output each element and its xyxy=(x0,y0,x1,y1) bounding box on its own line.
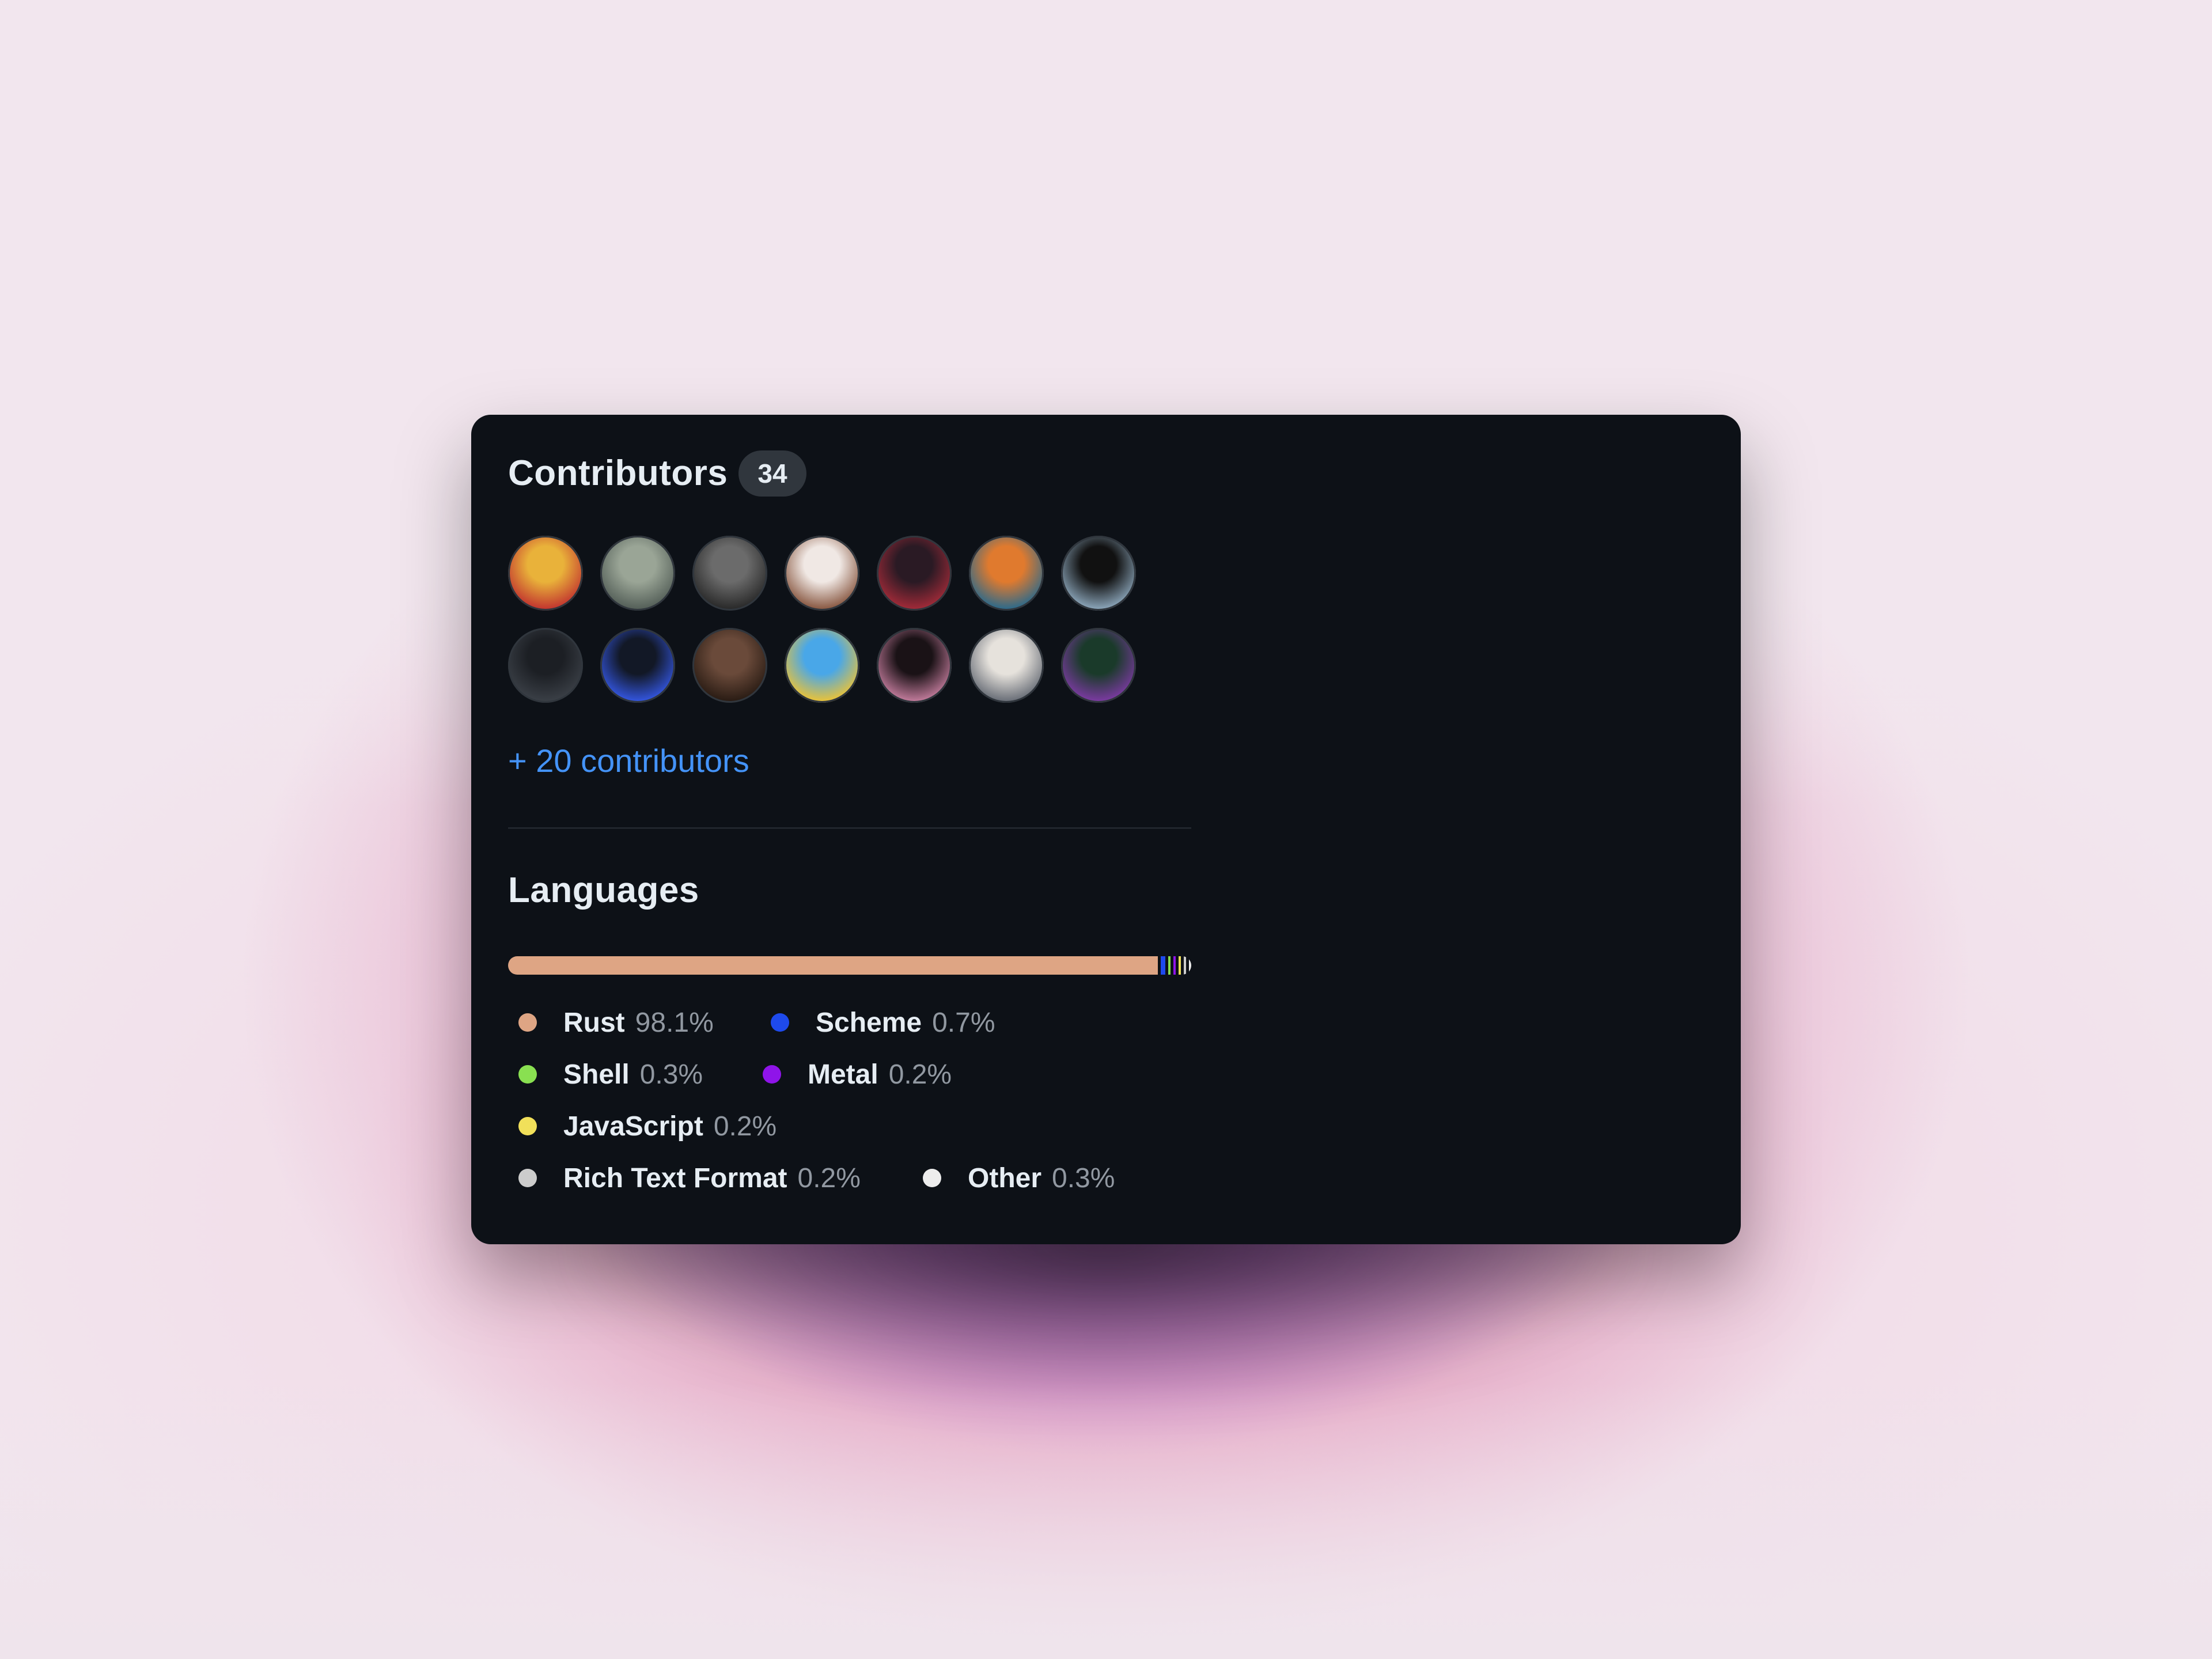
legend-item-shell[interactable]: Shell 0.3% xyxy=(508,1048,703,1100)
legend-item-name: Other xyxy=(968,1162,1042,1194)
avatar-9[interactable] xyxy=(600,628,675,703)
rich-text-format-color-dot xyxy=(518,1169,537,1187)
repo-sidebar-card: Contributors 34 + 20 contributors Langua… xyxy=(471,415,1741,1244)
avatar-6[interactable] xyxy=(969,536,1044,611)
legend-item-name: Shell xyxy=(563,1059,630,1090)
languages-heading: Languages xyxy=(508,870,699,910)
legend-item-javascript[interactable]: JavaScript 0.2% xyxy=(508,1100,777,1152)
section-divider xyxy=(508,827,1191,829)
javascript-color-dot xyxy=(518,1117,537,1135)
legend-item-name: Rust xyxy=(563,1007,625,1038)
more-contributors-link[interactable]: + 20 contributors xyxy=(508,742,749,779)
scheme-color-dot xyxy=(771,1013,789,1032)
contributors-heading[interactable]: Contributors xyxy=(508,453,728,494)
legend-item-scheme[interactable]: Scheme 0.7% xyxy=(760,997,995,1048)
legend-item-name: JavaScript xyxy=(563,1111,703,1142)
avatar-3[interactable] xyxy=(692,536,767,611)
legend-row: JavaScript 0.2% xyxy=(508,1100,1315,1152)
legend-item-percent: 98.1% xyxy=(635,1007,714,1038)
legend-item-percent: 0.2% xyxy=(888,1059,952,1090)
avatar-13[interactable] xyxy=(969,628,1044,703)
legend-row: Rich Text Format 0.2% Other 0.3% xyxy=(508,1152,1315,1204)
legend-item-percent: 0.2% xyxy=(713,1111,777,1142)
languages-legend: Rust 98.1% Scheme 0.7% Shell 0.3% Metal … xyxy=(508,997,1315,1204)
legend-item-name: Metal xyxy=(808,1059,878,1090)
legend-row: Rust 98.1% Scheme 0.7% xyxy=(508,997,1315,1048)
languages-bar-segment-rust[interactable] xyxy=(508,956,1158,975)
avatar-8[interactable] xyxy=(508,628,583,703)
avatar-5[interactable] xyxy=(877,536,952,611)
contributors-count-badge: 34 xyxy=(738,450,806,497)
languages-bar-segment-scheme[interactable] xyxy=(1161,956,1166,975)
avatar-12[interactable] xyxy=(877,628,952,703)
legend-item-rich-text-format[interactable]: Rich Text Format 0.2% xyxy=(508,1152,861,1204)
legend-item-rust[interactable]: Rust 98.1% xyxy=(508,997,714,1048)
languages-bar-segment-other[interactable] xyxy=(1189,956,1191,975)
rust-color-dot xyxy=(518,1013,537,1032)
legend-item-metal[interactable]: Metal 0.2% xyxy=(752,1048,952,1100)
languages-bar xyxy=(508,956,1191,975)
avatar-2[interactable] xyxy=(600,536,675,611)
avatar-7[interactable] xyxy=(1061,536,1136,611)
avatar-10[interactable] xyxy=(692,628,767,703)
legend-item-percent: 0.2% xyxy=(797,1162,861,1194)
metal-color-dot xyxy=(763,1065,781,1084)
avatar-4[interactable] xyxy=(785,536,859,611)
legend-row: Shell 0.3% Metal 0.2% xyxy=(508,1048,1315,1100)
legend-item-percent: 0.7% xyxy=(932,1007,995,1038)
legend-item-name: Rich Text Format xyxy=(563,1162,787,1194)
legend-item-percent: 0.3% xyxy=(1052,1162,1115,1194)
legend-item-other[interactable]: Other 0.3% xyxy=(912,1152,1115,1204)
avatar-14[interactable] xyxy=(1061,628,1136,703)
legend-item-name: Scheme xyxy=(816,1007,922,1038)
other-color-dot xyxy=(923,1169,941,1187)
avatar-1[interactable] xyxy=(508,536,583,611)
shell-color-dot xyxy=(518,1065,537,1084)
legend-item-percent: 0.3% xyxy=(639,1059,703,1090)
avatar-11[interactable] xyxy=(785,628,859,703)
